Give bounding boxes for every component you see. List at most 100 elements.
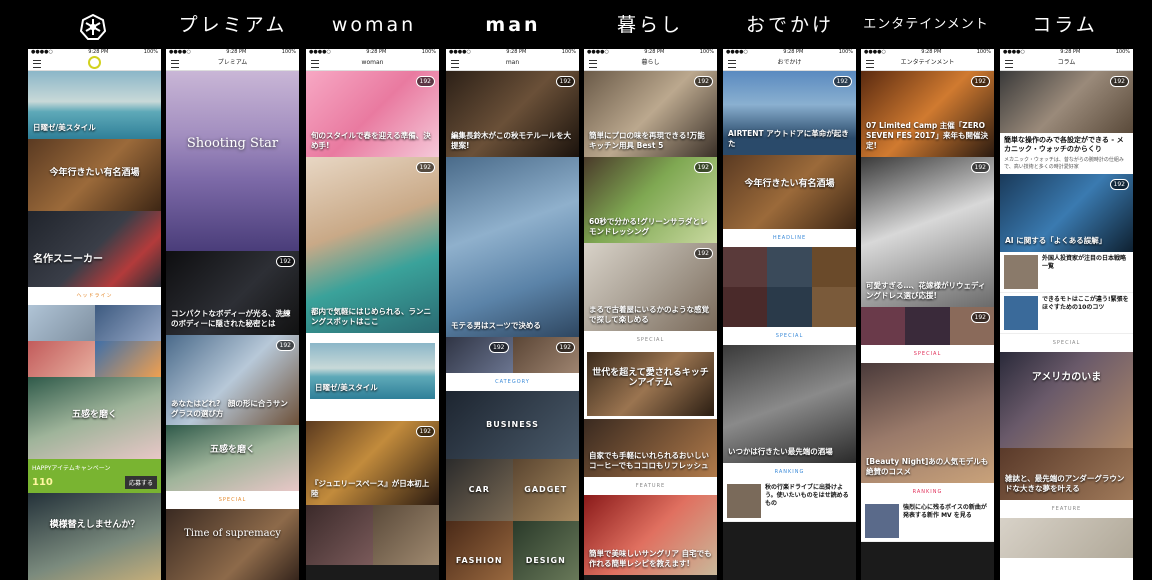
phone-screen-odekake: ●●●●○ 9:28 PM 100% おでかけ 192 AIRTENT アウトドアに革… [723, 49, 856, 580]
article-card[interactable]: 192 可愛すぎる…、花嫁様がリウェディングドレス選び応援! [861, 157, 994, 307]
tab-woman[interactable]: woman [309, 10, 439, 40]
grid-card[interactable] [372, 505, 439, 565]
menu-icon[interactable] [311, 60, 319, 68]
article-card[interactable]: 192 都内で気軽にはじめられる、ランニングスポットはここ [306, 157, 439, 333]
article-card[interactable]: 雑誌と、最先端のアンダーグラウンドな大きな夢を叶える [1000, 448, 1133, 500]
menu-icon[interactable] [589, 60, 597, 68]
grid-card[interactable] [861, 307, 906, 345]
article-card[interactable]: モテる男はスーツで決める [446, 157, 579, 337]
article-card[interactable]: 日曜ゼ/美スタイル [306, 339, 439, 403]
section-heading: SPECIAL [1000, 334, 1133, 352]
grid-card[interactable] [905, 307, 950, 345]
list-item[interactable]: 外国人投資家が注目の日本戦略一覧 [1000, 252, 1133, 293]
section-heading: FEATURE [1000, 500, 1133, 518]
tab-odekake[interactable]: おでかけ [725, 10, 855, 40]
menu-icon[interactable] [866, 60, 874, 68]
article-card[interactable]: 192 あなたはどれ? 顔の形に合うサングラスの選び方 [166, 335, 299, 425]
article-card[interactable]: 192 コンパクトなボディーが光る、洗練のボディーに隠された秘密とは [166, 251, 299, 335]
grid-card[interactable] [28, 341, 95, 377]
menu-icon[interactable] [171, 60, 179, 68]
card-feature[interactable]: 今年行きたい有名酒場 [28, 139, 161, 211]
list-item[interactable]: 秋の行楽ドライブに出掛けよう。使いたいものをはせ読めるもの [723, 481, 856, 522]
tab-entertainment[interactable]: エンタテインメント [861, 10, 991, 40]
card-feature[interactable]: 日曜ゼ/美スタイル [28, 71, 161, 139]
list-item[interactable]: できるモトはここが違う!緊張をほぐすための10のコツ [1000, 293, 1133, 334]
card-title: [Beauty Night]あの人気モデルも絶賛のコスメ [866, 457, 989, 476]
category-design[interactable]: DESIGN [512, 521, 579, 580]
category-fashion[interactable]: FASHION [446, 521, 513, 580]
grid-card[interactable] [94, 305, 161, 341]
hero-card[interactable]: Shooting Star [166, 71, 299, 251]
view-count-badge: 192 [275, 256, 295, 267]
article-card[interactable]: 192 [1000, 71, 1133, 133]
view-count-badge: 192 [555, 76, 575, 87]
grid-card[interactable] [767, 287, 812, 327]
tab-premium[interactable]: プレミアム [168, 10, 298, 40]
article-card[interactable]: 192 AIRTENT アウトドアに革命が起きた [723, 71, 856, 155]
battery-level: 100% [699, 49, 714, 55]
article-card[interactable]: 世代を超えて愛されるキッチンアイテム [584, 349, 717, 419]
section-heading: CATEGORY [446, 373, 579, 391]
view-count-badge: 192 [693, 162, 713, 173]
status-time: 9:28 PM [88, 49, 109, 55]
campaign-banner[interactable]: HAPPYアイテムキャンペーン 110 応募する [28, 459, 161, 493]
article-card[interactable]: Time of supremacy [166, 509, 299, 580]
nav-bar: man [446, 56, 579, 71]
thumbnail [1004, 255, 1038, 289]
article-card[interactable] [1000, 518, 1133, 558]
phone-screen-man: ●●●●○ 9:28 PM 100% man 192 編集長鈴木がこの秋モテルールを大… [446, 49, 579, 580]
grid-card[interactable] [723, 247, 768, 287]
card-title: 模様替えしませんか？ [49, 520, 140, 530]
grid-card[interactable] [94, 341, 161, 377]
grid-card[interactable] [28, 305, 95, 341]
article-card[interactable]: 192 07 Limited Camp 主催「ZERO SEVEN FES 201… [861, 71, 994, 157]
tab-column[interactable]: コラム [1000, 10, 1130, 40]
card-feature[interactable]: 五感を磨く [28, 377, 161, 459]
tab-man[interactable]: man [448, 10, 578, 40]
article-card[interactable]: 192 簡単にプロの味を再現できる!万能キッチン用具 Best 5 [584, 71, 717, 157]
tab-kurashi[interactable]: 暮らし [585, 10, 715, 40]
article-card[interactable]: 192 『ジュエリースペース』が日本初上陸 [306, 421, 439, 505]
battery-level: 100% [976, 49, 991, 55]
article-card[interactable]: 簡単で美味しいサングリア 自宅でも作れる簡単レシピを教えます! [584, 495, 717, 575]
card-feature[interactable]: 名作スニーカー [28, 211, 161, 287]
view-count-badge: 192 [415, 426, 435, 437]
article-card[interactable]: 192 60秒で分かる!グリーンサラダとレモンドレッシング [584, 157, 717, 243]
menu-icon[interactable] [728, 60, 736, 68]
grid-card[interactable]: 192 [949, 307, 994, 345]
grid-card[interactable] [811, 247, 856, 287]
article-card[interactable]: 192 旬のスタイルで春を迎える準備、決め手! [306, 71, 439, 157]
article-card[interactable]: いつかは行きたい最先端の酒場 [723, 345, 856, 463]
grid-card[interactable] [306, 505, 373, 565]
article-card[interactable]: 192 編集長鈴木がこの秋モテルールを大提案! [446, 71, 579, 157]
status-bar: ●●●●○ 9:28 PM 100% [861, 49, 994, 56]
article-card[interactable]: 今年行きたい有名酒場 [723, 155, 856, 229]
article-card[interactable]: [Beauty Night]あの人気モデルも絶賛のコスメ [861, 363, 994, 483]
article-card[interactable]: 自家でも手軽にいれられるおいしいコーヒーでもココロもリフレッシュ [584, 419, 717, 477]
category-car[interactable]: CAR [446, 459, 513, 521]
menu-icon[interactable] [451, 60, 459, 68]
menu-icon[interactable] [1005, 60, 1013, 68]
nav-bar: プレミアム [166, 56, 299, 71]
card-title: アメリカのいま [1031, 372, 1102, 384]
banner-count: 110 [32, 477, 53, 488]
article-grid: 192 [861, 307, 994, 345]
list-item[interactable]: 強烈に心に残るボイスの新曲が発表する新作 MV を見る [861, 501, 994, 542]
category-business[interactable]: BUSINESS [446, 391, 579, 459]
article-text[interactable]: 簡単な操作のみで各設定ができる - メカニック・ウォッチのからくり メカニック・… [1000, 133, 1133, 174]
article-card[interactable]: アメリカのいま [1000, 352, 1133, 448]
logo-icon[interactable] [80, 14, 106, 40]
apply-button[interactable]: 応募する [124, 476, 157, 489]
grid-card[interactable] [767, 247, 812, 287]
article-card[interactable]: 192 AI に関する「よくある誤解」 [1000, 174, 1133, 252]
article-card[interactable]: 五感を磨く [166, 425, 299, 491]
article-card[interactable]: 192 まるで古着屋にいるかのような感覚で探して楽しめる [584, 243, 717, 331]
card-feature[interactable]: 模様替えしませんか？ [28, 493, 161, 580]
grid-card[interactable] [811, 287, 856, 327]
category-gadget[interactable]: GADGET [512, 459, 579, 521]
menu-icon[interactable] [33, 60, 41, 68]
grid-card[interactable] [723, 287, 768, 327]
grid-card[interactable]: 192 [446, 337, 513, 373]
grid-card[interactable]: 192 [512, 337, 579, 373]
card-title: Time of supremacy [184, 528, 281, 539]
